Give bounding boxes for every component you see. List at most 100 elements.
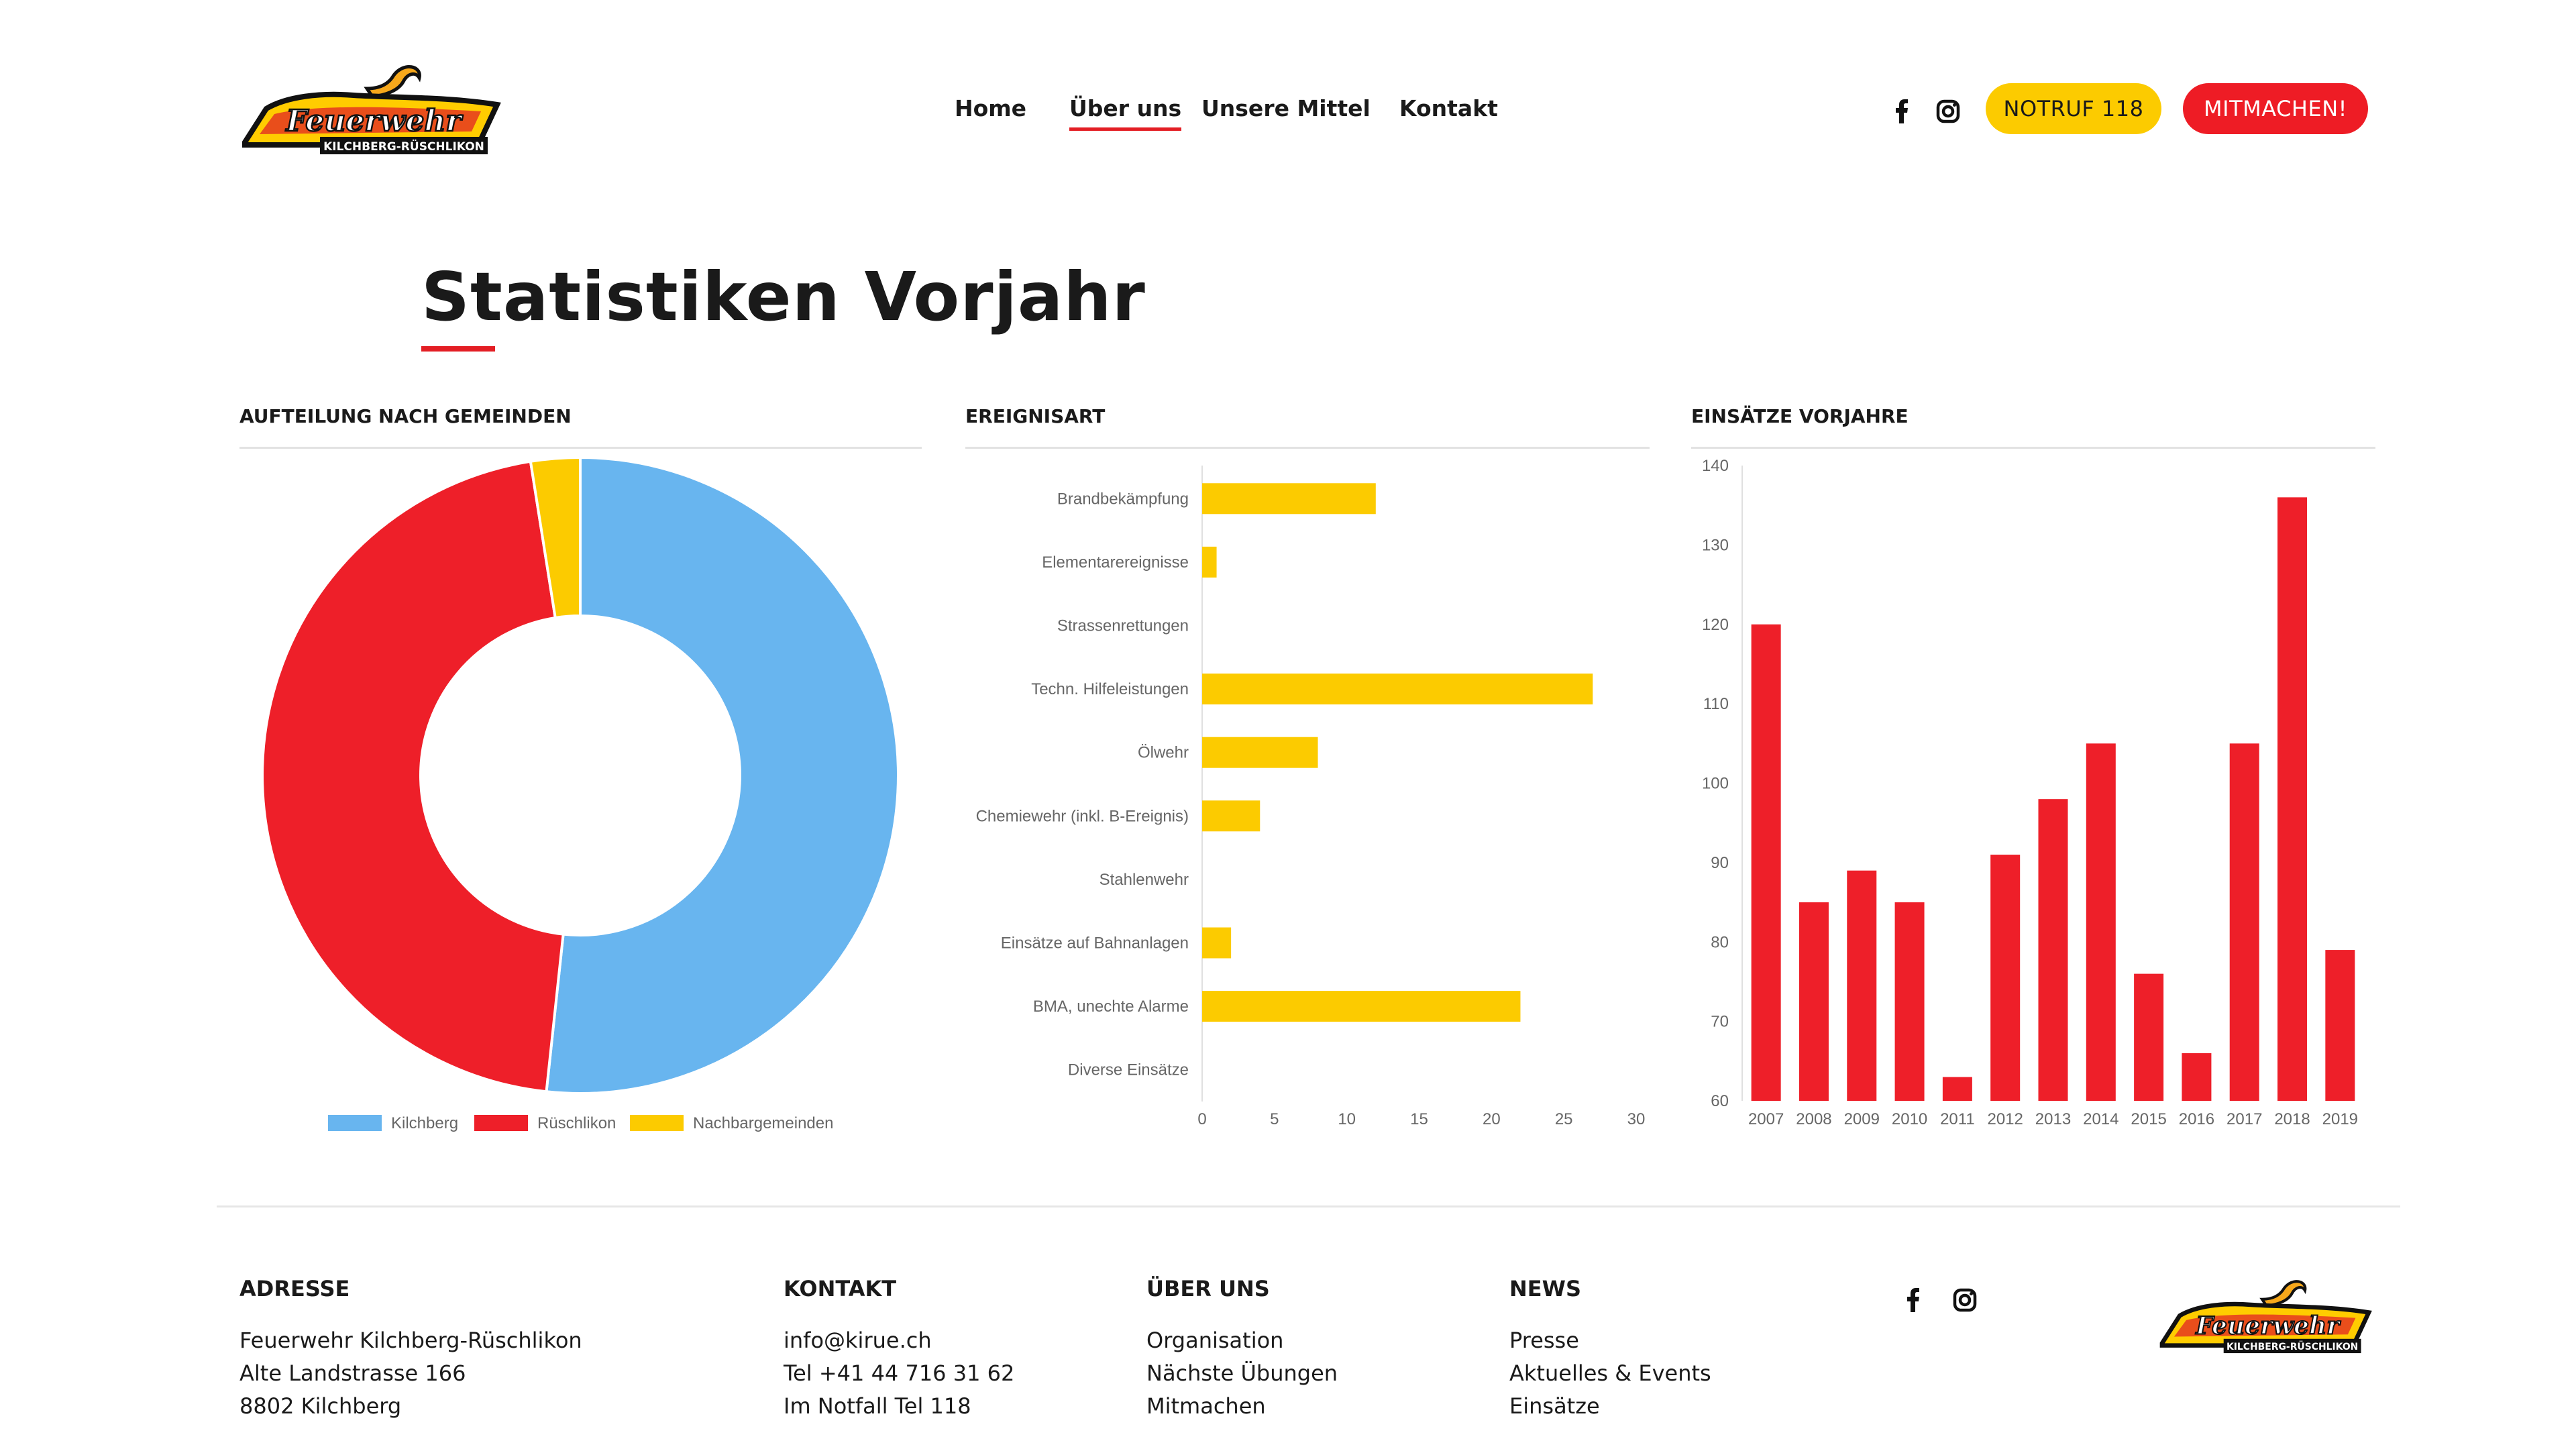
footer-phone-link[interactable]: Tel +41 44 716 31 62 (784, 1360, 1014, 1387)
svg-text:KILCHBERG-RÜSCHLIKON: KILCHBERG-RÜSCHLIKON (323, 139, 484, 154)
footer-address-line: Alte Landstrasse 166 (239, 1360, 466, 1386)
instagram-icon[interactable] (1936, 99, 1960, 123)
x-tick-label-2010: 2010 (1892, 1110, 1927, 1128)
nav-ueber-uns[interactable]: Über uns (1069, 94, 1182, 131)
facebook-icon[interactable] (1907, 1288, 1919, 1312)
x-tick-label-2011: 2011 (1940, 1110, 1975, 1128)
bar-2015 (2134, 973, 2164, 1101)
facebook-icon[interactable] (1896, 99, 1908, 123)
bar-2017 (2229, 743, 2259, 1101)
section-divider (965, 447, 1650, 449)
y-tick-label-110: 110 (1703, 695, 1729, 713)
bar-2012 (1990, 855, 2021, 1101)
bar-2009 (1847, 870, 1877, 1101)
page-title: Statistiken Vorjahr (421, 258, 1146, 336)
x-tick-label-0: 0 (1197, 1110, 1206, 1128)
section-heading-einsaetze: EINSÄTZE VORJAHRE (1691, 405, 1909, 427)
footer-emergency-link[interactable]: Im Notfall Tel 118 (784, 1393, 971, 1419)
footer-email-link[interactable]: info@kirue.ch (784, 1327, 932, 1354)
svg-text:KILCHBERG-RÜSCHLIKON: KILCHBERG-RÜSCHLIKON (2226, 1340, 2358, 1352)
y-tick-label-100: 100 (1702, 775, 1729, 793)
x-tick-label-2012: 2012 (1987, 1110, 2023, 1128)
bar-2018 (2277, 497, 2308, 1101)
svg-text:Feuerwehr: Feuerwehr (284, 104, 463, 138)
bar-elementarereignisse (1202, 546, 1217, 578)
bar-2019 (2325, 950, 2355, 1101)
category-label-bma-unechte-alarme: BMA, unechte Alarme (1033, 998, 1189, 1016)
svg-text:Feuerwehr: Feuerwehr (2195, 1311, 2341, 1340)
donut-chart: Kilchberg Rüschlikon Nachbargemeinden (261, 455, 900, 1132)
x-tick-label-2019: 2019 (2322, 1110, 2358, 1128)
ereignisart-bar-chart: Brandbekämpfung Elementarereignisse Strass… (976, 466, 1646, 1128)
mitmachen-button[interactable]: MITMACHEN! (2183, 83, 2368, 134)
legend-label-ruschlikon: Rüschlikon (537, 1114, 616, 1132)
footer-link-mitmachen[interactable]: Mitmachen (1146, 1393, 1266, 1419)
category-label-brandbekampfung: Brandbekämpfung (1057, 490, 1189, 508)
x-tick-label-30: 30 (1627, 1110, 1646, 1128)
bar-2011 (1942, 1077, 1972, 1101)
bar-techn-hilfeleistungen (1202, 674, 1593, 705)
footer-heading-news: NEWS (1509, 1276, 1581, 1301)
footer-logo-link[interactable]: Feuerwehr KILCHBERG-RÜSCHLIKON (2157, 1277, 2374, 1356)
y-tick-label-70: 70 (1711, 1013, 1729, 1031)
section-divider (1691, 447, 2375, 449)
footer-address-line: Feuerwehr Kilchberg-Rüschlikon (239, 1328, 582, 1353)
legend-swatch-ruschlikon (474, 1115, 528, 1131)
footer-link-organisation[interactable]: Organisation (1146, 1327, 1283, 1354)
feuerwehr-logo: Feuerwehr KILCHBERG-RÜSCHLIKON (2159, 1280, 2372, 1354)
footer-link-presse[interactable]: Presse (1509, 1327, 1579, 1354)
donut-slice-ruschlikon (261, 460, 565, 1093)
x-tick-label-15: 15 (1410, 1110, 1428, 1128)
y-tick-label-90: 90 (1711, 854, 1729, 872)
bar-einsatze-auf-bahnanlagen (1202, 927, 1232, 959)
category-label-einsatze-auf-bahnanlagen: Einsätze auf Bahnanlagen (1001, 934, 1189, 953)
x-tick-label-2017: 2017 (2226, 1110, 2262, 1128)
bar-2016 (2182, 1053, 2212, 1101)
bar-bma-unechte-alarme (1202, 991, 1521, 1022)
footer-link-einsaetze[interactable]: Einsätze (1509, 1393, 1600, 1419)
x-tick-label-2015: 2015 (2131, 1110, 2166, 1128)
category-label-elementarereignisse: Elementarereignisse (1042, 553, 1189, 572)
nav-unsere-mittel[interactable]: Unsere Mittel (1201, 94, 1371, 123)
legend-label-nachbargemeinden: Nachbargemeinden (693, 1114, 833, 1132)
x-tick-label-2013: 2013 (2035, 1110, 2071, 1128)
category-label-techn-hilfeleistungen: Techn. Hilfeleistungen (1031, 680, 1189, 698)
legend-swatch-nachbargemeinden (630, 1115, 684, 1131)
footer-heading-kontakt: KONTAKT (784, 1276, 897, 1301)
title-underline (421, 346, 495, 352)
y-tick-label-120: 120 (1702, 616, 1729, 634)
category-label-olwehr: Ölwehr (1138, 744, 1189, 762)
einsaetze-bar-chart: 60 70 80 90 100 110 120 130 140 2007 2008 2009 2010 2… (1702, 457, 2358, 1128)
y-tick-label-130: 130 (1702, 536, 1729, 554)
x-tick-label-10: 10 (1338, 1110, 1356, 1128)
bar-chemiewehr-inkl-b-ereignis (1202, 800, 1260, 832)
notruf-button[interactable]: NOTRUF 118 (1986, 83, 2161, 134)
footer-link-aktuelles-events[interactable]: Aktuelles & Events (1509, 1360, 1711, 1387)
category-label-stahlenwehr: Stahlenwehr (1099, 871, 1189, 889)
bar-brandbekampfung (1202, 483, 1376, 515)
y-tick-label-140: 140 (1702, 457, 1729, 475)
section-heading-gemeinden: AUFTEILUNG NACH GEMEINDEN (239, 405, 572, 427)
feuerwehr-logo: Feuerwehr KILCHBERG-RÜSCHLIKON (242, 65, 501, 154)
bar-olwehr (1202, 737, 1318, 768)
logo-link[interactable]: Feuerwehr KILCHBERG-RÜSCHLIKON (239, 62, 502, 158)
bar-2010 (1894, 902, 1925, 1101)
nav-kontakt[interactable]: Kontakt (1399, 94, 1498, 123)
footer-link-naechste-uebungen[interactable]: Nächste Übungen (1146, 1360, 1338, 1387)
footer-divider (217, 1205, 2400, 1208)
instagram-icon[interactable] (1953, 1288, 1977, 1312)
bar-2013 (2038, 799, 2068, 1101)
nav-home[interactable]: Home (955, 94, 1026, 123)
bar-2014 (2086, 743, 2116, 1101)
category-label-diverse-einsatze: Diverse Einsätze (1068, 1061, 1189, 1079)
y-tick-label-60: 60 (1711, 1092, 1729, 1110)
category-label-chemiewehr-inkl-b-ereignis: Chemiewehr (inkl. B-Ereignis) (976, 807, 1189, 825)
legend-label-kilchberg: Kilchberg (391, 1114, 458, 1132)
section-heading-ereignisart: EREIGNISART (965, 405, 1106, 427)
x-tick-label-2014: 2014 (2083, 1110, 2118, 1128)
y-tick-label-80: 80 (1711, 933, 1729, 951)
footer-heading-ueber-uns: ÜBER UNS (1146, 1276, 1270, 1301)
x-tick-label-20: 20 (1483, 1110, 1501, 1128)
bar-2007 (1751, 624, 1781, 1101)
footer-address-line: 8802 Kilchberg (239, 1393, 402, 1419)
